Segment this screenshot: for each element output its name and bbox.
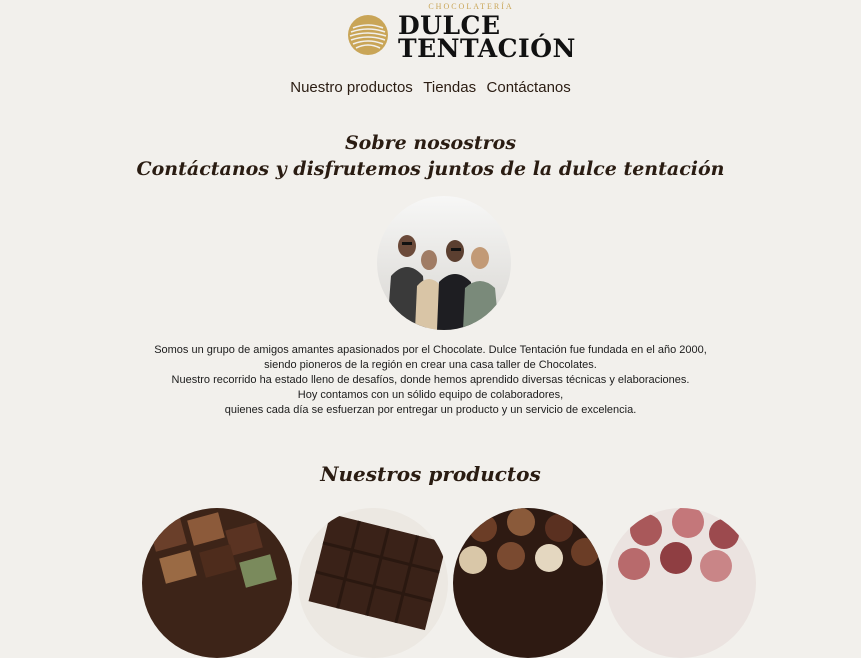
products-title: Nuestros productos (320, 462, 541, 486)
product-image-bar[interactable] (298, 508, 448, 658)
nav-link-stores[interactable]: Tiendas (423, 79, 476, 96)
about-paragraph-line: Somos un grupo de amigos amantes apasion… (154, 344, 707, 356)
product-image-bonbons[interactable] (142, 508, 292, 658)
about-title: Sobre nosostros (344, 132, 517, 154)
product-image-truffles[interactable] (453, 508, 603, 658)
about-paragraph-line: siendo pioneros de la región en crear un… (264, 359, 597, 371)
about-paragraph-line: quienes cada día se esfuerzan por entreg… (224, 404, 637, 416)
brand-logo-icon (348, 15, 388, 55)
friends-photo (377, 196, 511, 330)
product-image-hearts[interactable] (606, 508, 756, 658)
about-paragraph-line: Nuestro recorrido ha estado lleno de des… (171, 374, 690, 386)
site-header: CHOCOLATERÍA DULCE TENTACIÓN (0, 0, 861, 70)
products-gallery (0, 508, 861, 658)
brand-name-line2: TENTACIÓN (398, 34, 576, 63)
about-subtitle: Contáctanos y disfrutemos juntos de la d… (136, 158, 725, 180)
nav-link-contact[interactable]: Contáctanos (487, 79, 571, 96)
about-paragraph-line: Hoy contamos con un sólido equipo de col… (297, 389, 564, 401)
brand-tagline: CHOCOLATERÍA (428, 2, 514, 11)
nav-link-products[interactable]: Nuestro productos (290, 79, 413, 96)
about-paragraph: Somos un grupo de amigos amantes apasion… (120, 343, 741, 418)
main-nav: Nuestro productos Tiendas Contáctanos (0, 79, 861, 97)
